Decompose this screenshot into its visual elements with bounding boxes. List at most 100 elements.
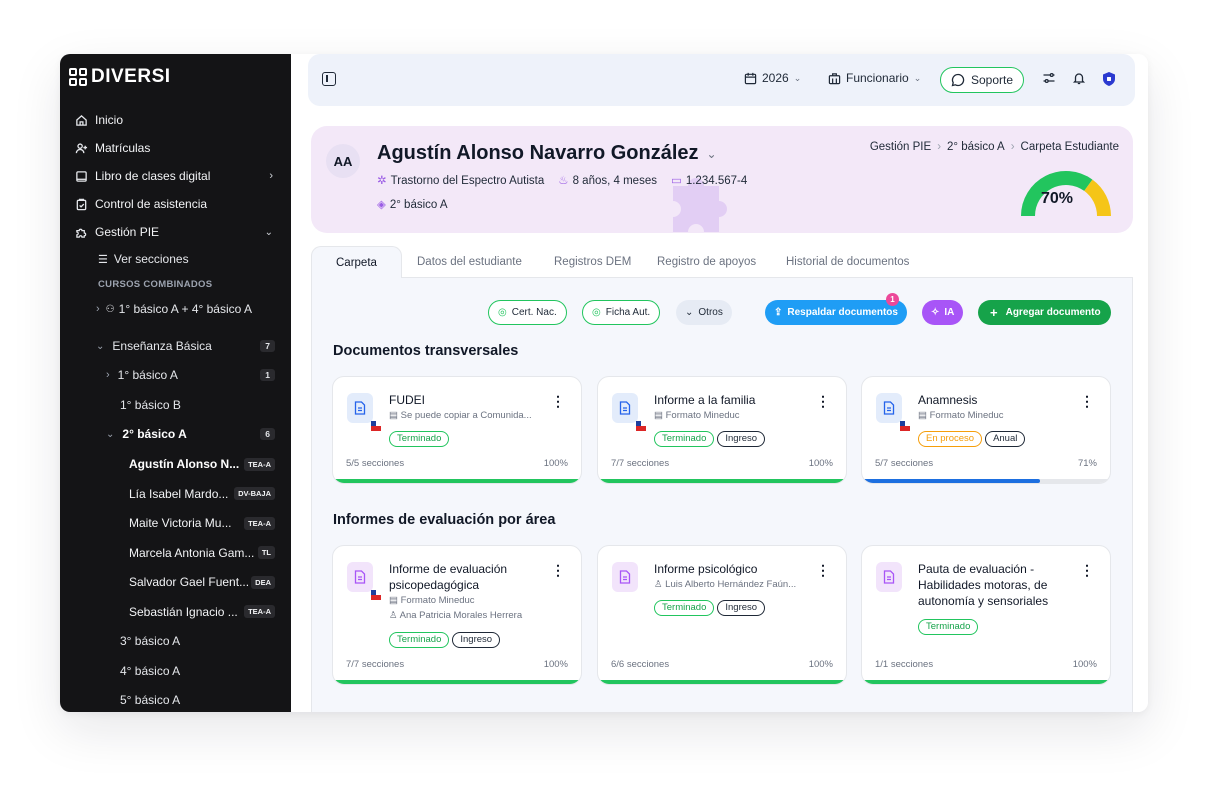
course-2-basico-a[interactable]: ⌄ 2° básico A 6 <box>60 419 291 449</box>
otros-dropdown[interactable]: ⌄ Otros <box>676 300 732 325</box>
document-icon <box>876 393 902 423</box>
student-item[interactable]: Sebastián Ignacio ... TEA-A <box>60 597 291 626</box>
document-card[interactable]: Informe psicológico ♙ Luis Alberto Herná… <box>597 545 847 685</box>
home-icon <box>74 113 88 127</box>
status-badge: Terminado <box>389 431 450 447</box>
section-title: Informes de evaluación por área <box>333 512 556 528</box>
graduation-cap-icon: ◈ <box>377 199 386 211</box>
student-item[interactable]: Salvador Gael Fuent... DEA <box>60 567 291 597</box>
ver-secciones[interactable]: ☰ Ver secciones <box>60 246 291 272</box>
student-item[interactable]: Marcela Antonia Gam... TL <box>60 538 291 567</box>
course-1-basico-b[interactable]: 1° básico B <box>60 390 291 419</box>
support-label: Soporte <box>971 73 1014 87</box>
year-selector[interactable]: 2026 ⌄ <box>744 71 801 85</box>
level-label: Enseñanza Básica <box>112 339 212 353</box>
sidebar-item-label: Matrículas <box>95 141 151 155</box>
document-card[interactable]: Pauta de evaluación - Habilidades motora… <box>861 545 1111 685</box>
sidebar-item-libro[interactable]: Libro de clases digital › <box>60 162 291 190</box>
gauge-arc <box>1083 179 1111 217</box>
more-options-icon[interactable]: ⋮ <box>551 562 565 579</box>
sidebar-item-label: Inicio <box>95 113 124 127</box>
student-meta: ✲ Trastorno del Espectro Autista ♨ 8 años,… <box>377 173 747 187</box>
sidebar-nav: Inicio Matrículas Libro de clases digita… <box>60 106 291 712</box>
bell-icon[interactable] <box>1072 71 1086 88</box>
sections-count: 1/1 secciones <box>875 659 934 670</box>
ficha-aut-button[interactable]: ◎ Ficha Aut. <box>582 300 661 325</box>
file-icon: ▤ <box>389 410 401 421</box>
sidebar-item-gestion-pie[interactable]: Gestión PIE ⌄ <box>60 218 291 246</box>
role-selector[interactable]: Funcionario ⌄ <box>828 71 921 85</box>
student-item[interactable]: Lía Isabel Mardo... DV-BAJA <box>60 479 291 508</box>
subtitle-text: Formato Mineduc <box>665 410 740 421</box>
document-subtitle: ▤ Formato Mineduc <box>918 410 1004 421</box>
student-item[interactable]: Agustín Alonso N... TEA-A <box>60 449 291 479</box>
type-badge: Ingreso <box>717 600 766 616</box>
type-badge: Anual <box>985 431 1026 447</box>
rut: ▭ 1.234.567-4 <box>671 173 747 187</box>
tab-datos-estudiante[interactable]: Datos del estudiante <box>417 256 522 268</box>
more-options-icon[interactable]: ⋮ <box>816 562 830 579</box>
cert-label: Cert. Nac. <box>511 307 557 318</box>
more-options-icon[interactable]: ⋮ <box>551 393 565 410</box>
logo[interactable]: DIVERSI <box>69 66 171 88</box>
progress-bar <box>598 680 846 684</box>
cert-nac-button[interactable]: ◎ Cert. Nac. <box>488 300 567 325</box>
subtitle-text: Formato Mineduc <box>400 595 475 606</box>
chevron-right-icon: › <box>1010 141 1015 153</box>
document-card[interactable]: FUDEI ▤ Se puede copiar a Comunida... ⋮ … <box>332 376 582 484</box>
more-options-icon[interactable]: ⋮ <box>1080 393 1094 410</box>
logo-icon <box>69 68 87 86</box>
student-name: Agustín Alonso N... <box>129 457 240 471</box>
agregar-documento-button[interactable]: + Agregar documento <box>978 300 1111 325</box>
clipboard-check-icon <box>74 197 88 211</box>
breadcrumb-item[interactable]: Gestión PIE <box>870 141 931 153</box>
shield-icon[interactable] <box>1102 71 1116 90</box>
diagnosis-text: Trastorno del Espectro Autista <box>390 175 545 187</box>
more-options-icon[interactable]: ⋮ <box>1080 562 1094 579</box>
course-4-basico-a[interactable]: 4° básico A <box>60 656 291 685</box>
document-card[interactable]: Informe a la familia ▤ Formato Mineduc ⋮… <box>597 376 847 484</box>
more-options-icon[interactable]: ⋮ <box>816 393 830 410</box>
progress-bar <box>862 479 1110 483</box>
document-icon <box>876 562 902 592</box>
combined-course-item[interactable]: › ⚇ 1° básico A + 4° básico A <box>60 296 291 322</box>
tab-registros-dem[interactable]: Registros DEM <box>554 256 631 268</box>
student-name-selector[interactable]: Agustín Alonso Navarro González ⌄ <box>377 142 717 165</box>
sidebar-item-asistencia[interactable]: Control de asistencia <box>60 190 291 218</box>
progress-fill <box>598 680 846 684</box>
course-label: 1° básico B <box>120 397 181 412</box>
settings-sliders-icon[interactable] <box>1042 71 1056 88</box>
sidebar-item-inicio[interactable]: Inicio <box>60 106 291 134</box>
ia-label: IA <box>944 307 955 318</box>
course-label: 2° básico A <box>122 427 187 441</box>
course-3-basico-a[interactable]: 3° básico A <box>60 626 291 656</box>
course-5-basico-a[interactable]: 5° básico A <box>60 685 291 712</box>
student-name: Lía Isabel Mardo... <box>129 486 229 501</box>
document-title: Anamnesis <box>918 393 978 407</box>
student-tag: TEA-A <box>244 457 275 471</box>
respaldar-button[interactable]: ⇪ Respaldar documentos <box>765 300 907 325</box>
student-name: Sebastián Ignacio ... <box>129 604 238 619</box>
tab-carpeta[interactable]: Carpeta <box>311 246 402 279</box>
ia-button[interactable]: ✧ IA <box>922 300 964 325</box>
chevron-down-icon: ⌄ <box>913 72 922 83</box>
document-card[interactable]: Informe de evaluación psicopedagógica ▤ … <box>332 545 582 685</box>
sidebar-item-matriculas[interactable]: Matrículas <box>60 134 291 162</box>
support-button[interactable]: Soporte <box>940 67 1025 93</box>
document-subtitle: ▤ Se puede copiar a Comunida... <box>389 410 532 421</box>
breadcrumb-item: Carpeta Estudiante <box>1020 141 1119 153</box>
progress-fill <box>333 479 581 483</box>
level-ensenanza-basica[interactable]: ⌄ Enseñanza Básica 7 <box>60 332 291 360</box>
course-1-basico-a[interactable]: › 1° básico A 1 <box>60 360 291 390</box>
user-icon: ♙ <box>389 610 400 621</box>
tab-registro-apoyos[interactable]: Registro de apoyos <box>657 256 756 268</box>
tab-historial-documentos[interactable]: Historial de documentos <box>786 256 909 268</box>
breadcrumb-item[interactable]: 2° básico A <box>947 141 1005 153</box>
student-item[interactable]: Maite Victoria Mu... TEA-A <box>60 508 291 538</box>
sidebar-toggle-icon[interactable] <box>322 72 336 86</box>
chile-flag-icon <box>900 421 910 431</box>
sidebar-item-label: Libro de clases digital <box>95 169 211 183</box>
document-card[interactable]: Anamnesis ▤ Formato Mineduc ⋮ En proceso… <box>861 376 1111 484</box>
status-badge: Terminado <box>654 431 715 447</box>
chevron-right-icon: › <box>106 369 110 381</box>
